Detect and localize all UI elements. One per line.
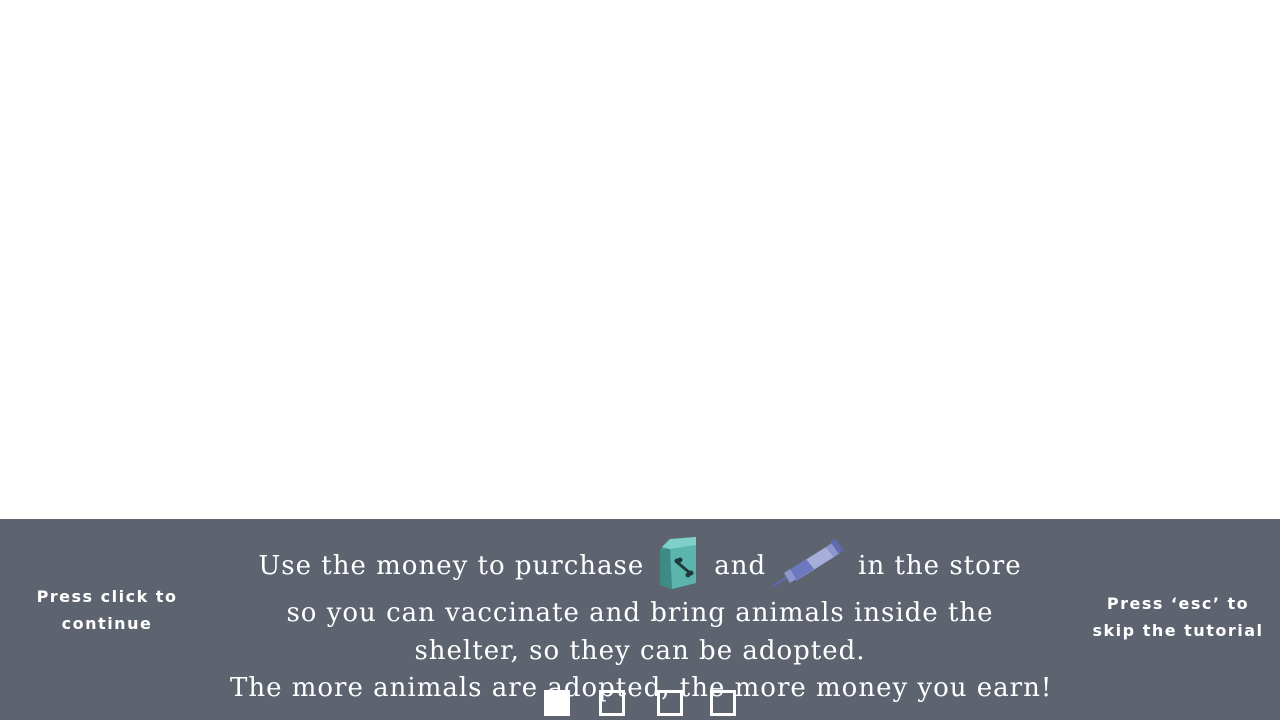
continue-hint: Press click to continue [36, 587, 178, 633]
tutorial-message: Use the money to purchase and in the sto… [230, 537, 1051, 708]
tutorial-line-3: shelter, so they can be adopted. [414, 635, 866, 666]
page-indicator-2[interactable] [599, 690, 625, 716]
skip-hint: Press ‘esc’ to skip the tutorial [1092, 594, 1264, 640]
tutorial-line-1-part-3: in the store [858, 551, 1022, 581]
page-indicator-1[interactable] [544, 690, 570, 716]
tutorial-line-2: so you can vaccinate and bring animals i… [286, 598, 994, 628]
syringe-icon [770, 537, 848, 589]
tutorial-line-1-part-1: Use the money to purchase [258, 551, 645, 581]
tutorial-panel[interactable]: Press click to continue Use the money to… [0, 519, 1280, 720]
pet-food-bag-icon [656, 535, 700, 591]
tutorial-line-1: Use the money to purchase and in the sto… [230, 537, 1050, 595]
page-indicator-4[interactable] [710, 690, 736, 716]
tutorial-pager [543, 690, 743, 716]
tutorial-line-1-part-2: and [714, 551, 767, 581]
game-area[interactable] [0, 0, 1280, 519]
page-indicator-3[interactable] [657, 690, 683, 716]
